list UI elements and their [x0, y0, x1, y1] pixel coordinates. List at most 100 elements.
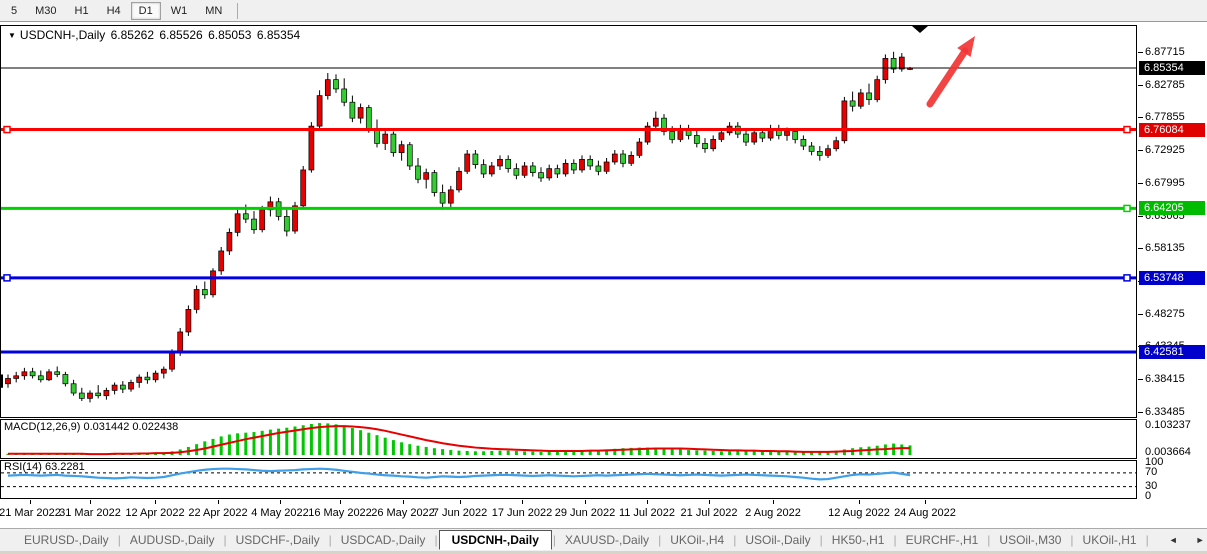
- macd-histogram-bar: [236, 433, 239, 455]
- candle: [6, 378, 11, 383]
- tab-usdcad-daily[interactable]: USDCAD-,Daily: [333, 531, 434, 549]
- rsi-pane[interactable]: [0, 460, 1137, 499]
- tab-eurchf-h1[interactable]: EURCHF-,H1: [898, 531, 987, 549]
- tab-eurusd-daily[interactable]: EURUSD-,Daily: [16, 531, 117, 549]
- date-tick: [460, 500, 461, 504]
- line-handle[interactable]: [4, 127, 10, 133]
- price-tick-mark: [1138, 150, 1143, 151]
- timeframe-toolbar: 5M30H1H4D1W1MN: [0, 0, 1207, 22]
- candle: [55, 372, 60, 375]
- candle: [465, 154, 470, 171]
- tab-usdcnh-daily[interactable]: USDCNH-,Daily: [439, 530, 552, 550]
- tab-separator: |: [820, 533, 823, 547]
- timeframe-button-h1[interactable]: H1: [67, 2, 97, 20]
- date-label: 29 Jun 2022: [555, 507, 616, 519]
- tab-usoil-daily[interactable]: USOil-,Daily: [737, 531, 818, 549]
- macd-histogram-bar: [335, 424, 338, 455]
- tab-scroll-left-icon[interactable]: ◄: [1160, 535, 1187, 545]
- candle: [194, 289, 199, 309]
- chevron-down-icon: ▼: [8, 31, 16, 40]
- candle: [580, 159, 585, 170]
- candle: [826, 149, 831, 156]
- date-tick: [647, 500, 648, 504]
- timeframe-button-m30[interactable]: M30: [27, 2, 64, 20]
- timeframe-button-w1[interactable]: W1: [163, 2, 196, 20]
- date-label: 21 Jul 2022: [681, 507, 738, 519]
- macd-histogram-bar: [326, 423, 329, 455]
- candle: [834, 141, 839, 149]
- candle: [793, 131, 798, 139]
- macd-histogram-bar: [384, 438, 387, 455]
- candle: [14, 376, 19, 379]
- candle: [424, 173, 429, 180]
- candle: [899, 57, 904, 69]
- tab-ukoil-h4[interactable]: UKOil-,H4: [662, 531, 732, 549]
- main-price-chart[interactable]: [0, 25, 1137, 418]
- tab-xauusd-daily[interactable]: XAUUSD-,Daily: [557, 531, 657, 549]
- timeframe-button-d1[interactable]: D1: [131, 2, 161, 20]
- tab-scroll-right-icon[interactable]: ►: [1187, 535, 1207, 545]
- timeframe-button-5[interactable]: 5: [3, 2, 25, 20]
- macd-histogram-bar: [449, 450, 452, 455]
- date-label: 26 May 2022: [371, 507, 435, 519]
- candle: [112, 385, 117, 390]
- tab-usoil-m30[interactable]: USOil-,M30: [991, 531, 1069, 549]
- candle: [432, 173, 437, 193]
- candle: [694, 135, 699, 143]
- candle: [120, 385, 125, 389]
- macd-histogram-bar: [704, 451, 707, 455]
- candle: [235, 214, 240, 233]
- tab-audusd-daily[interactable]: AUDUSD-,Daily: [122, 531, 223, 549]
- candle: [227, 232, 232, 251]
- date-label: 22 Apr 2022: [188, 507, 247, 519]
- candle: [170, 352, 175, 369]
- candle: [145, 377, 150, 380]
- price-tick-mark: [1138, 85, 1143, 86]
- macd-histogram-bar: [408, 444, 411, 455]
- candle: [809, 146, 814, 151]
- candle: [260, 210, 265, 230]
- price-tick-label: 6.58135: [1145, 242, 1185, 255]
- timeframe-button-h4[interactable]: H4: [99, 2, 129, 20]
- tab-usdchf-daily[interactable]: USDCHF-,Daily: [228, 531, 328, 549]
- date-tick: [280, 500, 281, 504]
- price-tick-mark: [1138, 117, 1143, 118]
- candle: [407, 145, 412, 166]
- candle: [801, 139, 806, 146]
- macd-histogram-bar: [351, 428, 354, 455]
- candle: [744, 134, 749, 142]
- macd-histogram-bar: [548, 452, 551, 455]
- candle: [96, 393, 101, 396]
- line-handle[interactable]: [1124, 127, 1130, 133]
- price-tick-mark: [1138, 52, 1143, 53]
- candle: [842, 101, 847, 141]
- ohlc-close: 6.85354: [257, 28, 300, 42]
- candle: [88, 393, 93, 398]
- macd-histogram-bar: [507, 451, 510, 455]
- edge-candle: [0, 374, 3, 387]
- macd-histogram-bar: [433, 448, 436, 455]
- tab-separator: |: [118, 533, 121, 547]
- tab-ukoil-h1[interactable]: UKOil-,H1: [1075, 531, 1145, 549]
- candle: [752, 133, 757, 142]
- tab-separator: |: [434, 533, 437, 547]
- tab-separator: |: [553, 533, 556, 547]
- candle: [547, 169, 552, 178]
- candle: [137, 377, 142, 382]
- line-handle[interactable]: [1124, 275, 1130, 281]
- line-handle[interactable]: [4, 275, 10, 281]
- candle: [104, 390, 109, 395]
- candle: [506, 159, 511, 168]
- macd-histogram-bar: [712, 451, 715, 455]
- candle: [867, 93, 872, 100]
- date-tick: [340, 500, 341, 504]
- candle: [498, 159, 503, 166]
- tab-separator: |: [329, 533, 332, 547]
- macd-axis-max: 0.103237: [1145, 419, 1191, 432]
- timeframe-button-mn[interactable]: MN: [197, 2, 230, 20]
- line-handle[interactable]: [1124, 205, 1130, 211]
- macd-histogram-bar: [909, 445, 912, 455]
- candle: [522, 166, 527, 175]
- symbol-tab-bar: EURUSD-,Daily|AUDUSD-,Daily|USDCHF-,Dail…: [0, 528, 1207, 551]
- tab-hk50-h1[interactable]: HK50-,H1: [824, 531, 893, 549]
